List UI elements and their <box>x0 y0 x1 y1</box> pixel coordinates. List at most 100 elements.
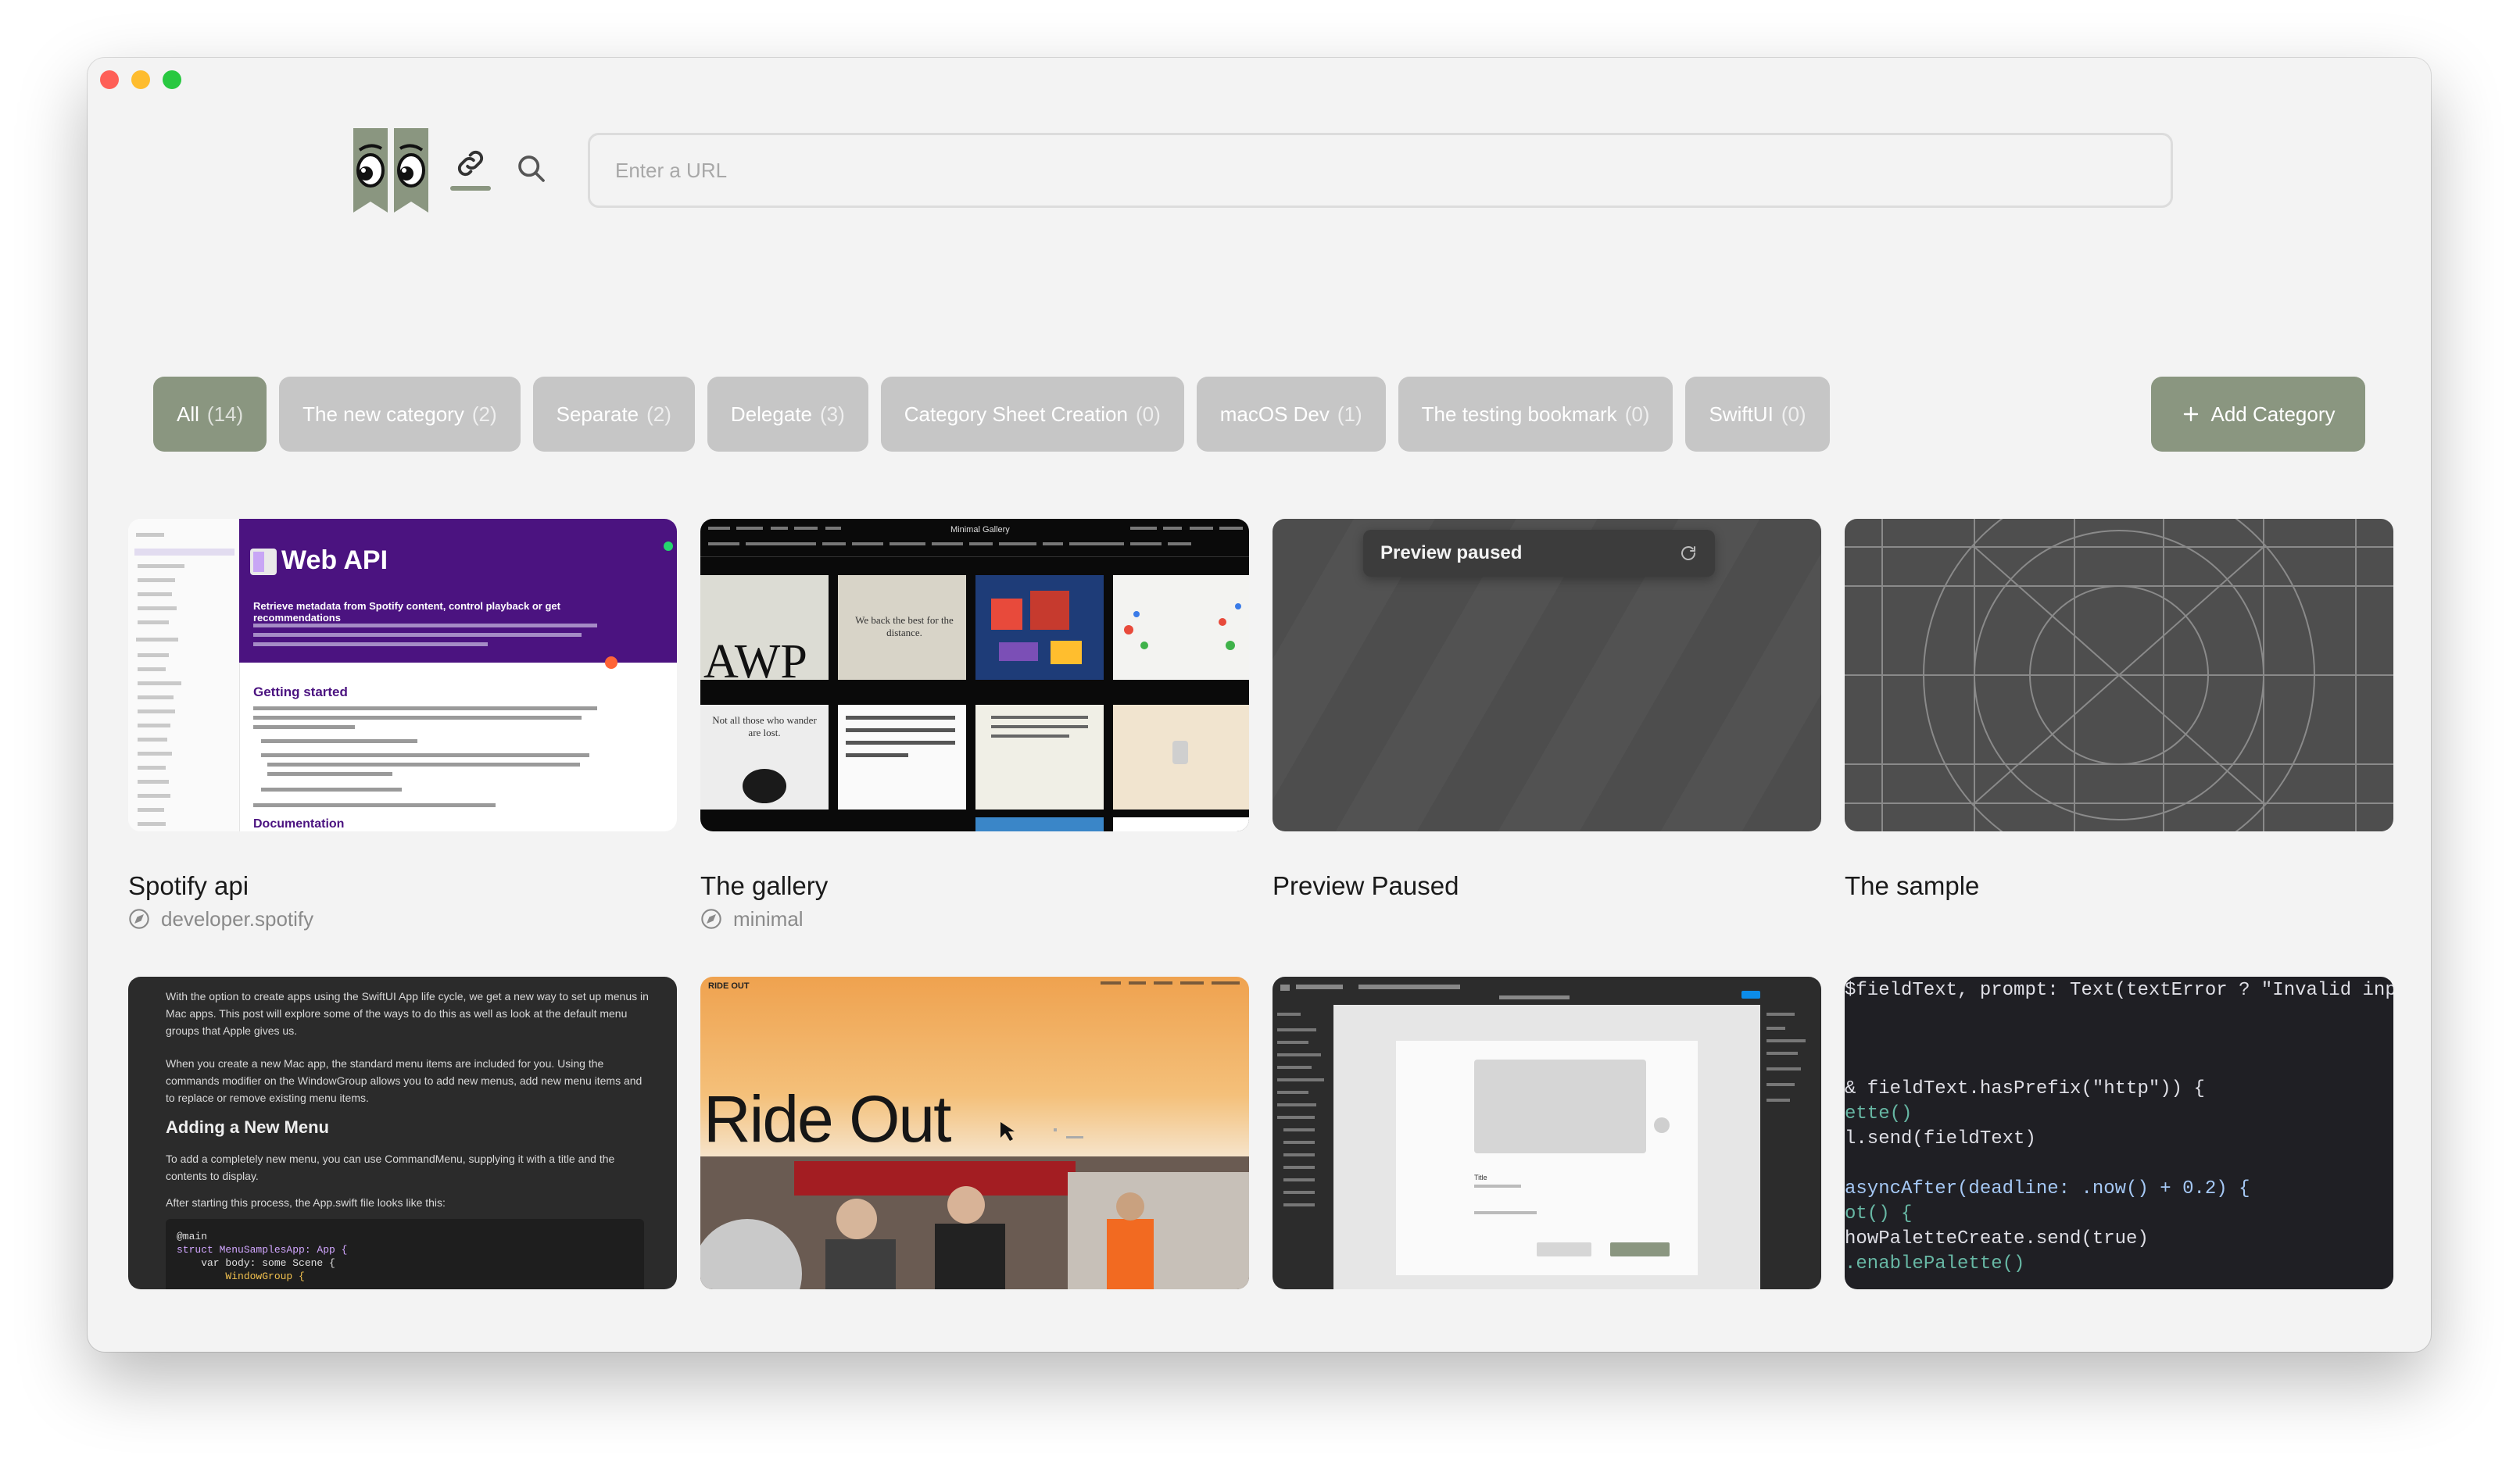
ride-out-photo-art <box>700 1156 1249 1289</box>
bookmark-card[interactable]: Preview paused Preview Paused <box>1273 519 1821 931</box>
bookmark-thumbnail[interactable]: Title <box>1273 977 1821 1289</box>
gallery-tile-art <box>1124 603 1241 650</box>
figma-design-panel <box>1767 1013 1806 1102</box>
chip-label: Separate <box>556 402 639 426</box>
bookmark-thumbnail[interactable]: With the option to create apps using the… <box>128 977 677 1289</box>
category-chip-macos-dev[interactable]: macOS Dev (1) <box>1196 377 1386 452</box>
bookmark-source: minimal <box>700 906 1249 931</box>
bookmark-thumbnail[interactable]: Minimal Gallery We back the best for the… <box>700 519 1249 831</box>
figma-layers-panel <box>1277 1013 1324 1206</box>
bookmark-card[interactable]: With the option to create apps using the… <box>128 977 677 1289</box>
close-window-button[interactable] <box>100 70 119 89</box>
gallery-tile-quote: Not all those who wander are lost. <box>712 714 817 738</box>
decor-dot-icon <box>605 656 617 669</box>
code-line: l.send(fieldText) <box>1845 1128 2036 1149</box>
bookmark-title[interactable]: Spotify api <box>128 870 677 902</box>
bookmark-title[interactable]: The gallery <box>700 870 1249 902</box>
app-window: All (14) The new category (2) Separate (… <box>88 58 2431 1352</box>
add-category-button[interactable]: Add Category <box>2151 377 2365 452</box>
category-chip-category-sheet-creation[interactable]: Category Sheet Creation (0) <box>880 377 1184 452</box>
blog-paragraph: After starting this process, the App.swi… <box>166 1196 446 1209</box>
bookmark-thumbnail[interactable] <box>1845 519 2393 831</box>
reload-icon[interactable] <box>1679 544 1698 563</box>
gallery-tile <box>838 705 966 810</box>
blog-paragraph: With the option to create apps using the… <box>166 990 649 1037</box>
gallery-nav: Minimal Gallery <box>700 519 1249 557</box>
docs-sidebar <box>128 519 240 831</box>
code-line: struct MenuSamplesApp: App { <box>177 1244 348 1256</box>
bookmark-title[interactable]: Preview Paused <box>1273 870 1821 902</box>
gallery-tile <box>1113 705 1249 810</box>
chip-label: The testing bookmark <box>1421 402 1617 426</box>
bookmark-thumbnail[interactable]: RIDE OUT Ride Out <box>700 977 1249 1289</box>
code-line: $fieldText, prompt: Text(textError ? "In… <box>1845 980 2393 1001</box>
category-chip-all[interactable]: All (14) <box>153 377 267 452</box>
docs-section-heading-2: Documentation <box>253 817 345 831</box>
gallery-tile: We back the best for the distance. <box>838 575 966 680</box>
gallery-awp-text: AWP <box>703 635 807 688</box>
placeholder-grid-icon <box>1845 519 2393 831</box>
chip-label: The new category <box>302 402 464 426</box>
gallery-tile-art <box>1172 741 1188 764</box>
ride-out-photo <box>700 1156 1249 1289</box>
active-mode-indicator <box>450 186 491 191</box>
bookmark-thumbnail[interactable]: Web API Retrieve metadata from Spotify c… <box>128 519 677 831</box>
link-mode-button[interactable] <box>449 145 492 198</box>
gallery-tile <box>975 817 1104 831</box>
category-chip-the-new-category[interactable]: The new category (2) <box>279 377 521 452</box>
bookmark-card[interactable]: Title <box>1273 977 1821 1289</box>
bookmark-thumbnail[interactable]: Preview paused <box>1273 519 1821 831</box>
compass-icon <box>701 909 721 929</box>
minimize-window-button[interactable] <box>131 70 150 89</box>
bookmark-card[interactable]: RIDE OUT Ride Out <box>700 977 1249 1289</box>
figma-frame-label: Title <box>1474 1174 1487 1181</box>
docs-section-heading: Getting started <box>253 684 348 699</box>
category-bar: All (14) The new category (2) Separate (… <box>153 377 1830 452</box>
gallery-nav-links <box>708 527 1243 545</box>
gallery-tile-text: We back the best for the distance. <box>855 614 954 638</box>
figma-canvas: Title <box>1333 1005 1760 1289</box>
bookmark-card[interactable]: The sample <box>1845 519 2393 931</box>
code-line: .enablePalette() <box>1845 1253 2025 1274</box>
bookmark-title[interactable]: The sample <box>1845 870 2393 902</box>
chip-label: Category Sheet Creation <box>904 402 1128 426</box>
ride-out-brand: RIDE OUT <box>708 981 750 991</box>
app-logo-icon <box>353 128 428 213</box>
figma-frame: Title <box>1396 1041 1698 1275</box>
category-chip-separate[interactable]: Separate (2) <box>532 377 695 452</box>
gallery-tile <box>1113 575 1249 680</box>
category-chip-swiftui[interactable]: SwiftUI (0) <box>1685 377 1830 452</box>
docs-hero-body-lines <box>253 624 597 646</box>
chip-label: SwiftUI <box>1709 402 1774 426</box>
link-icon <box>457 150 484 177</box>
gallery-tile-art <box>991 591 1082 664</box>
search-icon[interactable] <box>516 153 547 184</box>
gallery-tile: Not all those who wander are lost. <box>700 705 829 810</box>
code-line: & fieldText.hasPrefix("http")) { <box>1845 1078 2205 1099</box>
url-input[interactable] <box>588 133 2173 208</box>
docs-hero-title: Web API <box>281 545 388 575</box>
chip-label: macOS Dev <box>1219 402 1330 426</box>
compass-icon <box>129 909 149 929</box>
bookmark-source-label: developer.spotify <box>161 907 314 931</box>
bookmark-thumbnail[interactable]: $fieldText, prompt: Text(textError ? "In… <box>1845 977 2393 1289</box>
category-chip-delegate[interactable]: Delegate (3) <box>707 377 868 452</box>
docs-hero-subtitle: Retrieve metadata from Spotify content, … <box>253 600 560 624</box>
code-line: howPaletteCreate.send(true) <box>1845 1228 2149 1249</box>
bookmark-card[interactable]: Minimal Gallery We back the best for the… <box>700 519 1249 931</box>
preview-paused-banner: Preview paused <box>1363 530 1715 577</box>
category-chip-the-testing-bookmark[interactable]: The testing bookmark (0) <box>1398 377 1673 452</box>
preview-paused-label: Preview paused <box>1380 542 1523 563</box>
gallery-tile-art <box>846 716 955 757</box>
bookmark-card[interactable]: Web API Retrieve metadata from Spotify c… <box>128 519 677 931</box>
chip-count: (3) <box>820 402 845 426</box>
plus-icon <box>2183 406 2198 422</box>
ride-out-headline: Ride Out <box>703 1082 951 1156</box>
figma-toolbar <box>1280 985 1760 999</box>
bookmark-card[interactable]: $fieldText, prompt: Text(textError ? "In… <box>1845 977 2393 1289</box>
web-api-logo-icon <box>250 549 277 575</box>
gallery-tile <box>975 575 1104 680</box>
docs-body-lines <box>253 706 597 807</box>
zoom-window-button[interactable] <box>163 70 181 89</box>
add-category-label: Add Category <box>2210 402 2336 426</box>
